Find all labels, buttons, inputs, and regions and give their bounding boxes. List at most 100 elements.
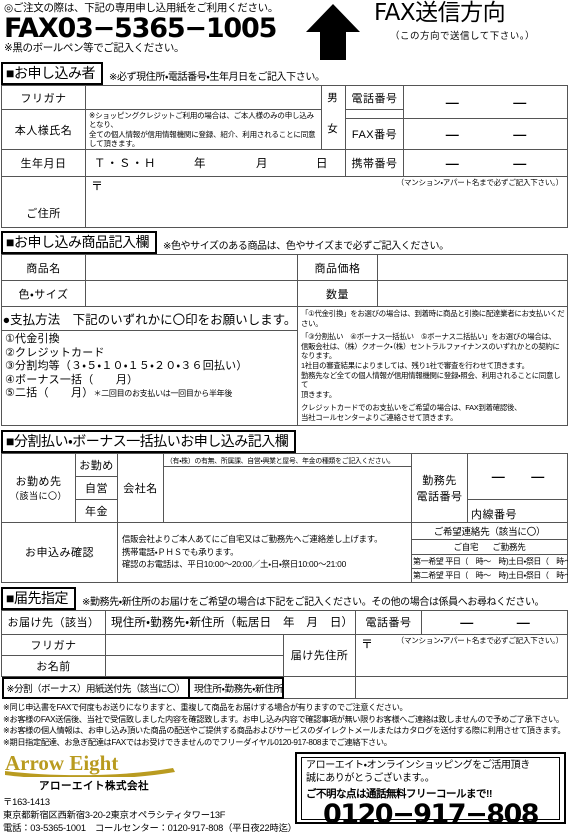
workplace-label: お勤め先 （該当に〇） xyxy=(1,452,76,523)
preferred-contact-row-1[interactable]: 第一希望 平日（ 時〜 時)土日・祭日（ 時〜 時) xyxy=(412,555,568,569)
confirm-line-1: 信販会社よりご本人あてにご自宅又はご勤務先へご連絡差し上げます。 xyxy=(122,534,383,545)
product-qty-label: 数量 xyxy=(297,280,378,307)
dob-input[interactable]: Ｔ・Ｓ・Ｈ 年 月 日 xyxy=(85,149,346,177)
delivery-address-input[interactable]: 〒 （マンション・アパート名まで必ずご記入下さい。） xyxy=(355,633,568,677)
table-row: お申込み確認 信販会社よりご本人あてにご自宅又はご勤務先へご連絡差し上げます。 … xyxy=(1,521,568,583)
product-price-input[interactable] xyxy=(377,254,568,281)
payment-option-4[interactable]: ④ボーナス一括（ 月） xyxy=(5,374,297,388)
work-tel-input[interactable]: — — xyxy=(467,452,568,500)
work-type-pension[interactable]: 年金 xyxy=(75,498,118,523)
tel-input[interactable]: — — xyxy=(403,85,568,119)
fax-label: FAX番号 xyxy=(345,118,404,150)
dob-month-label: 月 xyxy=(256,158,269,170)
footer-notes: ※同じ申込書をFAXで何度もお送りになりますと、重複して商品をお届けする場合が有… xyxy=(0,699,568,748)
table-row: お届け先（該当） 現住所・勤務先・新住所（転居日 年 月 日） 電話番号 — — xyxy=(1,609,568,635)
delivery-tel-input[interactable]: — — xyxy=(421,609,568,635)
applicant-furigana-input[interactable] xyxy=(85,85,322,110)
table-row: 色・サイズ 数量 xyxy=(1,280,568,307)
company-name-input[interactable]: （有・株）の有無、所属課、自営・興業と屋号、年金の種類をご記入ください。 xyxy=(163,452,412,523)
payment-option-1[interactable]: ①代金引換 xyxy=(5,333,297,347)
pay-fine-line-5: 頂きます。 xyxy=(301,389,336,399)
product-section-note: ※色やサイズのある商品は、色やサイズまで必ずご記入ください。 xyxy=(162,241,449,252)
footer-note-3: ※お客様の個人情報は、お申し込み頂いた商品の配送やご提供する商品およびサービスの… xyxy=(3,726,566,736)
extension-label: 内線番号 xyxy=(471,508,517,521)
delivery-address-continued[interactable] xyxy=(355,676,568,700)
delivery-name-input[interactable] xyxy=(105,654,284,677)
preferred-contact-heading: ご希望連絡先（該当に〇） xyxy=(412,523,567,540)
delivery-name-label: お名前 xyxy=(1,654,106,677)
table-row: お勤め先 （該当に〇） お勤め 会社名 （有・株）の有無、所属課、自営・興業と屋… xyxy=(1,452,568,523)
preferred-contact-row-2[interactable]: 第二希望 平日（ 時〜 時)土日・祭日（ 時〜 時) xyxy=(412,569,568,582)
callout-thanks-line-1: アローエイト・オンラインショッピングをご活用頂き xyxy=(306,760,530,772)
dob-era-options[interactable]: Ｔ・Ｓ・Ｈ xyxy=(94,155,194,171)
application-confirm-text: 信販会社よりご本人あてにご自宅又はご勤務先へご連絡差し上げます。 携帯電話・ＰＨ… xyxy=(117,521,412,583)
table-row: ご住所 〒 （マンション・アパート名まで必ずご記入下さい。） xyxy=(1,176,568,228)
installment-paper-destination-options[interactable]: 現住所・勤務先・新住所 xyxy=(190,679,287,697)
company-address-block: 〒163-1413 東京都新宿区西新宿3-20-2東京オペラシティタワー13F … xyxy=(3,796,297,834)
delivery-postal-mark-icon: 〒 xyxy=(361,636,374,651)
preferred-contact-home[interactable]: ご自宅 xyxy=(453,542,478,552)
mobile-input[interactable]: — — xyxy=(403,149,568,177)
applicant-table: フリガナ 男 電話番号 — — 本人様氏名 ※ショッピングクレジットご利用の場合… xyxy=(1,85,568,228)
tel-dash-1: — xyxy=(445,94,459,110)
payment-option-5-main: ⑤二括（ 月） xyxy=(5,387,94,399)
preferred-contact-time-2: 平日（ 時〜 時)土日・祭日（ 時〜 時) xyxy=(445,570,568,580)
freecall-callout: アローエイト・オンラインショッピングをご活用頂き 誠にありがとうございます。。 … xyxy=(295,752,566,830)
footer-note-4: ※期日指定配達、お急ぎ配達はFAXではお受けできませんのでフリーダイヤル0120… xyxy=(3,737,392,747)
work-tel-dash-2: — xyxy=(531,468,544,484)
payment-option-3[interactable]: ③分割均等（３・５・１０・１５・２０・３６回払い） xyxy=(5,360,297,374)
delivery-address-note: （マンション・アパート名まで必ずご記入下さい。） xyxy=(396,635,564,645)
table-row: ●支払方法 下記のいずれかに〇印をお願いします。 「①代金引換」をお選びの場合は… xyxy=(1,306,568,426)
product-table: 商品名 商品価格 色・サイズ 数量 ●支払方法 下記のいずれかに〇印をお願いしま… xyxy=(1,254,568,426)
applicant-section-note: ※必ず現住所・電話番号・生年月日をご記入下さい。 xyxy=(108,72,325,83)
delivery-tel-label: 電話番号 xyxy=(355,609,423,635)
delivery-dest-label: お届け先（該当） xyxy=(1,609,106,635)
payment-option-5-sub: ＊二回目のお支払いは一回目から半年後 xyxy=(93,389,233,398)
product-qty-input[interactable] xyxy=(377,280,568,307)
postal-mark-icon: 〒 xyxy=(91,179,104,193)
credit-note-line-1: ※ショッピングクレジットご利用の場合は、ご本人様のみの申し込みとなり、 xyxy=(89,110,314,130)
table-row: 商品名 商品価格 xyxy=(1,254,568,281)
product-name-input[interactable] xyxy=(85,254,298,281)
delivery-chip-label: ■届先指定 xyxy=(1,586,76,610)
work-type-self-employed[interactable]: 自営 xyxy=(75,475,118,500)
installment-section-heading: ■分割払い・ボーナス一括払いお申し込み記入欄 xyxy=(1,429,568,453)
delivery-dest-options[interactable]: 現住所・勤務先・新住所（転居日 年 月 日） xyxy=(104,609,357,635)
company-contact: 電話：03-5365-1001 コールセンター：0120-917-808（平日夜… xyxy=(3,822,297,833)
applicant-name-input[interactable]: ※ショッピングクレジットご利用の場合は、ご本人様のみの申し込みとなり、 全ての個… xyxy=(85,109,322,150)
delivery-furigana-input[interactable] xyxy=(105,633,284,656)
work-type-employed[interactable]: お勤め xyxy=(75,452,118,477)
page-footer: Arrow Eight アローエイト株式会社 〒163-1413 東京都新宿区西… xyxy=(0,748,568,834)
installment-chip-label: ■分割払い・ボーナス一括払いお申し込み記入欄 xyxy=(1,429,297,453)
mobile-dash-1: — xyxy=(445,155,459,171)
delivery-address-label: 届け先住所 xyxy=(282,633,357,677)
application-confirm-label: お申込み確認 xyxy=(1,521,118,583)
dob-day-label: 日 xyxy=(316,158,329,170)
preferred-contact-work[interactable]: ご勤務先 xyxy=(492,542,525,552)
pay-fine-line-1: 「③分割払い ④ボーナス一括払い ⑤ボーナス二括払い」をお選びの場合は、 xyxy=(301,332,556,342)
applicant-address-input[interactable]: 〒 （マンション・アパート名まで必ずご記入下さい。） xyxy=(85,176,568,228)
work-tel-label-line1: 勤務先 xyxy=(422,474,457,487)
delivery-address-spacer xyxy=(283,676,357,700)
product-color-size-input[interactable] xyxy=(85,280,298,307)
fax-input[interactable]: — — xyxy=(403,118,568,150)
fax-direction-subtitle: （この方向で送信して下さい。） xyxy=(390,31,535,42)
mobile-label: 携帯番号 xyxy=(345,149,404,177)
gender-female-option[interactable]: 女 xyxy=(322,123,345,135)
callout-freecall-number: 0120−917−808 xyxy=(322,799,540,831)
product-name-label: 商品名 xyxy=(1,254,86,281)
payment-options-list: ①代金引換 ②クレジットカード ③分割均等（３・５・１０・１５・２０・３６回払い… xyxy=(1,330,298,426)
payment-method-heading: ●支払方法 下記のいずれかに〇印をお願いします。 xyxy=(1,306,298,331)
installment-paper-destination-label: ※分割（ボーナス）用紙送付先（該当に〇） xyxy=(4,678,190,697)
gender-male-option[interactable]: 男 xyxy=(322,92,345,104)
preferred-contact-block: ご希望連絡先（該当に〇） ご自宅 ご勤務先 第一希望 平日（ 時〜 時)土日・祭日… xyxy=(411,521,568,583)
installment-paper-destination: ※分割（ボーナス）用紙送付先（該当に〇） 現住所・勤務先・新住所 xyxy=(1,676,287,699)
payment-option-2[interactable]: ②クレジットカード xyxy=(5,347,297,361)
payment-option-5[interactable]: ⑤二括（ 月）＊二回目のお支払いは一回目から半年後 xyxy=(5,387,297,401)
company-block: Arrow Eight アローエイト株式会社 〒163-1413 東京都新宿区西… xyxy=(3,751,297,834)
delivery-table: お届け先（該当） 現住所・勤務先・新住所（転居日 年 月 日） 電話番号 — —… xyxy=(1,609,568,700)
installment-table: お勤め先 （該当に〇） お勤め 会社名 （有・株）の有無、所属課、自営・興業と屋… xyxy=(1,452,568,583)
delivery-tel-dash-2: — xyxy=(516,614,530,630)
extension-input[interactable]: 内線番号 xyxy=(467,498,568,523)
page-header: ◎ご注文の際は、下記の専用申し込用紙をご利用ください。 FAX03−5365−1… xyxy=(0,0,568,62)
